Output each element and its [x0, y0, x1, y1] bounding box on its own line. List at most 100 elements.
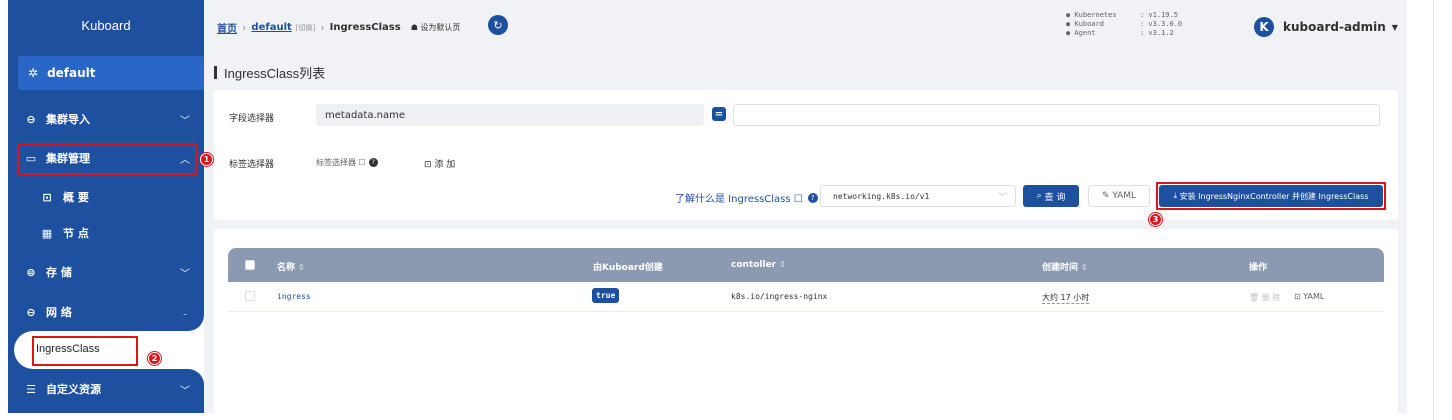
table-panel: 名称 ⇕ 由Kuboard创建 contoller ⇕ 创建时间 ⇕ 操作 ingre… [214, 229, 1398, 413]
search-icon: ⌕ [1036, 191, 1042, 201]
sidebar-item-label: 网 络 [46, 306, 72, 319]
gear-icon: ✲ [28, 66, 39, 80]
highlight-cluster-manage [17, 143, 197, 175]
add-icon: ⊡ [424, 160, 432, 170]
sidebar-item-label: 集群导入 [46, 113, 90, 126]
top-bar: 首页 › default [切换] › IngressClass ☗ 设为默认页… [204, 0, 1407, 52]
brand-title: Kuboard [81, 17, 131, 33]
by-kuboard-badge: true [592, 288, 620, 303]
table-row: ingress true k8s.io/ingress-nginx 大约 17 … [228, 282, 1384, 312]
breadcrumb-home[interactable]: 首页 [217, 20, 237, 35]
set-default-label: 设为默认页 [420, 23, 461, 32]
breadcrumb: 首页 › default [切换] › IngressClass ☗ 设为默认页 [217, 20, 460, 35]
learn-text: 了解什么是 IngressClass ☐ [675, 194, 803, 205]
chevron-right-icon: › [242, 21, 247, 34]
step-marker-2: 2 [148, 352, 161, 365]
username: kuboard-admin [1283, 20, 1386, 34]
delete-label: 删 除 [1261, 293, 1281, 302]
tag-selector-label: 标签选择器 [229, 160, 275, 170]
created-time: 大约 17 小时 [1042, 293, 1090, 304]
field-selector-input[interactable]: metadata.name [316, 104, 704, 126]
version-key: ● Agent [1066, 29, 1096, 37]
select-all-checkbox[interactable] [245, 260, 255, 270]
api-version-select[interactable]: networking.k8s.io/v1 ﹀ [820, 185, 1016, 207]
sidebar-item-cluster-import[interactable]: ⊖ 集群导入 ﹀ [8, 100, 204, 138]
refresh-icon: ↻ [493, 18, 503, 32]
version-row: ● Kubernetes: v1.19.5 [1066, 11, 1200, 20]
sidebar-item-storage[interactable]: ⊜ 存 储 ﹀ [8, 253, 204, 291]
learn-ingressclass-link[interactable]: 了解什么是 IngressClass ☐ ? [675, 190, 818, 205]
api-version-value: networking.k8s.io/v1 [833, 191, 930, 201]
row-checkbox[interactable] [245, 291, 255, 301]
field-value-input[interactable] [733, 104, 1380, 126]
user-menu[interactable]: K kuboard-admin ▼ [1254, 17, 1398, 37]
column-label: 创建时间 [1042, 263, 1079, 273]
sidebar-item-label: 节 点 [63, 227, 89, 240]
sidebar-item-network[interactable]: ⊖ 网 络 ︿ [8, 293, 204, 331]
namespace-selector[interactable]: ✲ default [18, 56, 204, 90]
highlight-install-button [1156, 182, 1386, 210]
row-yaml-button[interactable]: ⊡ YAML [1294, 292, 1324, 301]
sidebar-item-label: 自定义资源 [46, 383, 101, 396]
trash-icon: 🗑 [1249, 293, 1260, 302]
network-icon: ⊖ [26, 305, 36, 319]
sort-icon: ⇕ [779, 260, 786, 269]
ingressclass-name-link[interactable]: ingress [277, 292, 311, 301]
field-selector-label: 字段选择器 [229, 114, 275, 124]
title-bar [214, 66, 217, 79]
version-value: : v3.3.0.0 [1140, 20, 1183, 28]
help-icon: ? [368, 158, 378, 167]
caret-down-icon: ▼ [1391, 22, 1398, 32]
table-header: 名称 ⇕ 由Kuboard创建 contoller ⇕ 创建时间 ⇕ 操作 [228, 248, 1384, 282]
column-label: contoller [731, 260, 777, 270]
version-key: ● Kuboard [1066, 20, 1104, 28]
delete-button[interactable]: 🗑 删 除 [1249, 292, 1280, 303]
yaml-button[interactable]: ✎ YAML [1088, 185, 1150, 207]
version-row: ● Agent : v3.1.2 [1066, 29, 1200, 38]
tag-selector-link[interactable]: 标签选择器 ☐ ? [316, 157, 378, 168]
version-value: : v3.1.2 [1140, 29, 1174, 37]
row-yaml-label: YAML [1303, 292, 1325, 301]
set-default-page[interactable]: ☗ 设为默认页 [411, 22, 461, 33]
help-icon: ? [807, 192, 818, 203]
switch-namespace-link[interactable]: [切换] [296, 23, 315, 33]
controller-value: k8s.io/ingress-nginx [731, 292, 828, 301]
chevron-down-icon: ﹀ [997, 192, 1007, 203]
sidebar-item-label: 存 储 [46, 266, 72, 279]
column-name[interactable]: 名称 ⇕ [277, 260, 305, 273]
highlight-ingressclass [32, 336, 138, 366]
sort-icon: ⇕ [1081, 263, 1088, 272]
breadcrumb-namespace[interactable]: default [251, 22, 291, 33]
refresh-button[interactable]: ↻ [488, 15, 508, 35]
storage-icon: ⊜ [26, 265, 36, 279]
sort-icon: ⇕ [298, 263, 305, 272]
edit-icon: ✎ [1101, 191, 1110, 201]
query-label: 查 询 [1044, 192, 1066, 203]
step-marker-3: 3 [1149, 213, 1162, 226]
active-notch-top [180, 315, 204, 331]
step-marker-1: 1 [200, 153, 213, 166]
column-controller[interactable]: contoller ⇕ [731, 260, 786, 270]
page-title: IngressClass列表 [214, 63, 325, 82]
operator-select[interactable]: = [712, 107, 726, 121]
chevron-down-icon: ﹀ [180, 115, 190, 127]
sidebar-item-nodes[interactable]: ▦ 节 点 [8, 216, 204, 250]
chevron-down-icon: ﹀ [180, 268, 190, 280]
add-tag-button[interactable]: ⊡ 添 加 [424, 157, 455, 170]
query-button[interactable]: ⌕ 查 询 [1023, 185, 1079, 207]
chevron-right-icon: › [320, 21, 325, 34]
avatar: K [1254, 17, 1274, 37]
active-notch-bottom [180, 369, 204, 385]
namespace-label: default [47, 66, 96, 80]
version-key: ● Kubernetes [1066, 11, 1117, 19]
add-label: 添 加 [434, 160, 456, 170]
column-label: 名称 [277, 263, 296, 273]
sidebar-item-label: 概 要 [63, 191, 89, 204]
yaml-label: YAML [1112, 191, 1137, 201]
file-icon: ⊡ [1294, 292, 1301, 301]
column-created[interactable]: 创建时间 ⇕ [1042, 260, 1088, 273]
sidebar-item-custom-resource[interactable]: ☰ 自定义资源 ﹀ [8, 370, 204, 408]
column-actions: 操作 [1249, 263, 1268, 273]
sidebar-item-overview[interactable]: ⊡ 概 要 [8, 180, 204, 214]
home-icon: ☗ [410, 23, 418, 32]
